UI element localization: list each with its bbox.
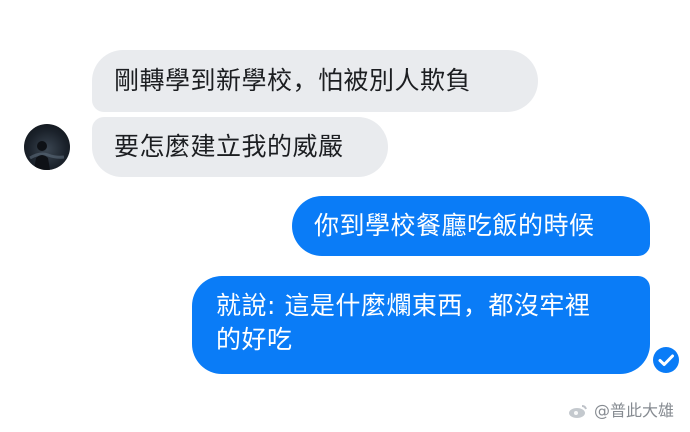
incoming-message-bubble[interactable]: 剛轉學到新學校，怕被別人欺負 [92,50,538,112]
message-text: 剛轉學到新學校，怕被別人欺負 [114,66,472,95]
contact-avatar[interactable] [24,124,70,170]
watermark-text: @普此大雄 [593,401,674,420]
message-text-line: 的好吃 [216,325,293,354]
message-text: 要怎麼建立我的威嚴 [114,132,344,161]
weibo-watermark: @普此大雄 [568,400,674,422]
message-text: 你到學校餐廳吃飯的時候 [314,211,595,240]
weibo-icon [568,403,588,419]
message-text-line: 就說: 這是什麼爛東西，都沒牢裡 [216,291,591,320]
check-circle-icon [652,346,680,374]
outgoing-message-bubble[interactable]: 你到學校餐廳吃飯的時候 [292,196,650,256]
outgoing-message-bubble[interactable]: 就說: 這是什麼爛東西，都沒牢裡 的好吃 [192,276,650,374]
incoming-message-bubble[interactable]: 要怎麼建立我的威嚴 [92,117,388,177]
